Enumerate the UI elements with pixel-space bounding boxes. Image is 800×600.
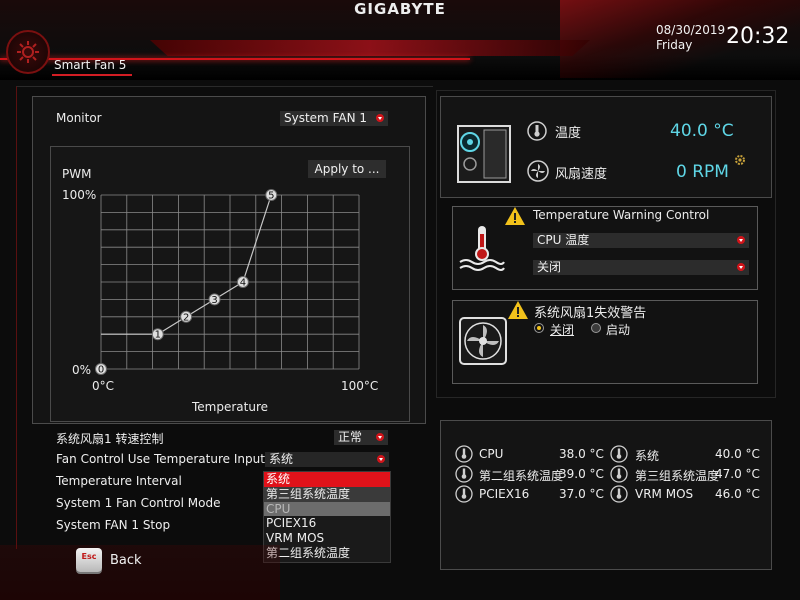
esc-key-icon[interactable]: Esc xyxy=(76,548,102,572)
warning-source-select[interactable]: CPU 温度 xyxy=(533,233,749,248)
page-title: Smart Fan 5 xyxy=(54,58,127,72)
curve-point-label: 1 xyxy=(155,330,161,341)
x-max-tick: 100°C xyxy=(341,379,378,393)
curve-point-label: 5 xyxy=(268,191,274,202)
radio-on-label[interactable]: 启动 xyxy=(606,321,630,338)
temperature-value: 37.0 °C xyxy=(559,487,604,501)
temp-input-dropdown: 系统 第三组系统温度 CPU PCIEX16 VRM MOS 第二组系统温度 xyxy=(263,471,391,563)
fan-speed-label: 风扇速度 xyxy=(555,167,608,182)
warning-icon xyxy=(505,207,525,225)
y-min-tick: 0% xyxy=(72,363,91,377)
chevron-up-icon xyxy=(377,455,385,463)
temperature-name: PCIEX16 xyxy=(479,487,530,501)
monitor-label: Monitor xyxy=(56,111,102,125)
y-axis-label: PWM xyxy=(62,167,91,181)
chevron-down-icon xyxy=(376,114,384,122)
temp-input-label: Fan Control Use Temperature Input xyxy=(56,452,265,466)
radio-on[interactable] xyxy=(591,323,601,333)
temperature-value: 40.0 °C xyxy=(715,447,760,461)
warning-source-value: CPU 温度 xyxy=(537,233,590,247)
settings-gear-icon[interactable] xyxy=(734,154,746,166)
stop-label: System FAN 1 Stop xyxy=(56,518,171,532)
radio-off-selected[interactable] xyxy=(534,323,544,333)
warning-state-value: 关闭 xyxy=(537,260,562,274)
temperature-name: CPU xyxy=(479,447,504,461)
curve-point-label: 0 xyxy=(98,365,104,376)
curve-point-label: 3 xyxy=(211,295,217,306)
chevron-down-icon xyxy=(376,433,384,441)
dropdown-option: CPU xyxy=(264,501,390,517)
thermometer-icon xyxy=(610,445,628,467)
chevron-down-icon xyxy=(737,236,745,244)
temperature-value: 39.0 °C xyxy=(559,467,604,481)
fan-icon xyxy=(527,160,549,182)
chevron-down-icon xyxy=(737,263,745,271)
weekday-text: Friday xyxy=(656,38,693,52)
warning-title: Temperature Warning Control xyxy=(533,208,710,222)
temperature-value: 47.0 °C xyxy=(715,467,760,481)
fan-curve-svg: 0 1 2 3 4 5 PWM 100% 0% 0°C 100°C Temperature xyxy=(62,167,378,414)
thermometer-icon xyxy=(610,485,628,507)
case-fan-icon xyxy=(459,317,507,365)
thermometer-icon xyxy=(455,465,473,487)
speed-control-value: 正常 xyxy=(338,430,363,444)
monitor-select[interactable]: System FAN 1 xyxy=(280,111,388,126)
dropdown-option[interactable]: PCIEX16 xyxy=(264,516,390,531)
dropdown-option[interactable]: 第二组系统温度 xyxy=(264,546,390,561)
monitor-select-value: System FAN 1 xyxy=(284,111,367,125)
header-decoration-bar xyxy=(150,40,590,56)
dropdown-option[interactable]: VRM MOS xyxy=(264,531,390,546)
warning-state-select[interactable]: 关闭 xyxy=(533,260,749,275)
fan-fail-title: 系统风扇1失效警告 xyxy=(534,306,647,321)
curve-point-label: 2 xyxy=(183,312,189,323)
temperature-value: 46.0 °C xyxy=(715,487,760,501)
date-text: 08/30/2019 xyxy=(656,23,726,37)
warning-icon xyxy=(508,301,528,319)
temperature-name: VRM MOS xyxy=(635,487,694,501)
page-title-underline xyxy=(52,74,132,76)
temp-label: 温度 xyxy=(555,126,582,141)
temp-input-value: 系统 xyxy=(269,452,294,466)
fan-speed-value: 0 RPM xyxy=(676,162,729,182)
speed-control-label: 系统风扇1 转速控制 xyxy=(56,432,164,446)
speed-control-select[interactable]: 正常 xyxy=(334,430,388,445)
pc-case-icon xyxy=(457,125,511,183)
chart-grid xyxy=(100,194,360,370)
temperature-name: 第二组系统温度 xyxy=(479,469,564,483)
temperature-name: 第三组系统温度 xyxy=(635,469,720,483)
temperature-value: 38.0 °C xyxy=(559,447,604,461)
y-max-tick: 100% xyxy=(62,188,96,202)
thermometer-icon xyxy=(455,485,473,507)
x-axis-label: Temperature xyxy=(191,400,268,414)
heat-thermometer-icon xyxy=(459,226,505,271)
clock-text: 20:32 xyxy=(726,24,790,49)
back-button[interactable]: Back xyxy=(110,553,142,568)
gear-icon xyxy=(6,30,50,74)
x-min-tick: 0°C xyxy=(92,379,114,393)
thermometer-icon xyxy=(455,445,473,467)
temp-input-select[interactable]: 系统 xyxy=(265,452,389,467)
brand-logo: GIGABYTE xyxy=(354,0,446,18)
thermometer-icon xyxy=(527,121,547,141)
dropdown-option[interactable]: 第三组系统温度 xyxy=(264,486,390,502)
dropdown-option[interactable]: 系统 xyxy=(264,472,390,487)
temperature-name: 系统 xyxy=(635,449,660,463)
interval-label: Temperature Interval xyxy=(56,474,182,488)
thermometer-icon xyxy=(610,465,628,487)
mode-label: System 1 Fan Control Mode xyxy=(56,496,221,510)
temp-value: 40.0 °C xyxy=(670,121,734,141)
curve-point-label: 4 xyxy=(240,278,246,289)
radio-off-label[interactable]: 关闭 xyxy=(550,321,574,338)
